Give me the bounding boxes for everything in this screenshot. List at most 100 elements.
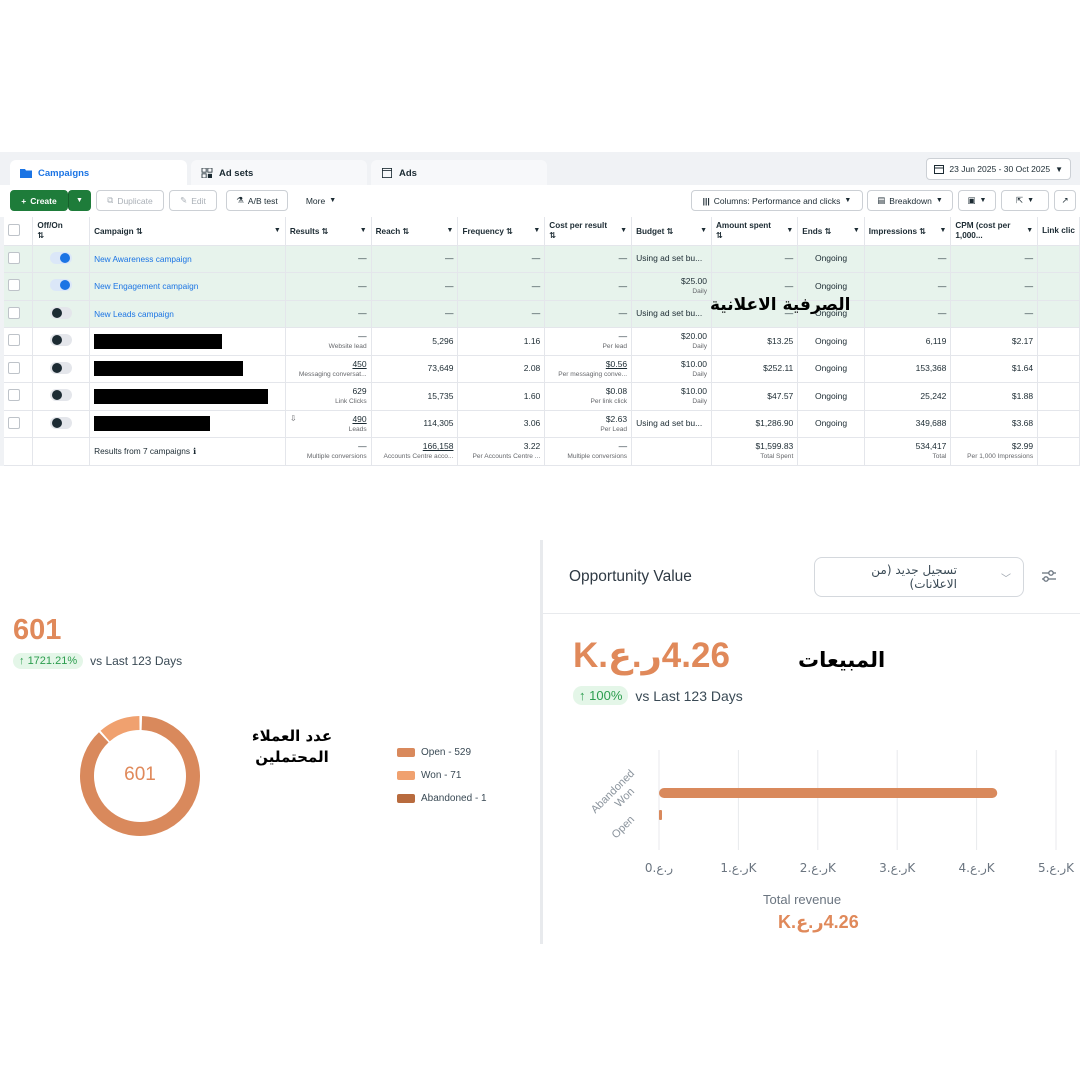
x-tick-label: ر.ع.4K bbox=[959, 861, 996, 876]
row-checkbox[interactable] bbox=[8, 306, 20, 319]
cell-value: 15,735 bbox=[427, 390, 454, 401]
campaign-toggle[interactable] bbox=[50, 251, 73, 264]
budget-cell: Using ad set bu... bbox=[631, 245, 712, 273]
tab-ad-sets[interactable]: Ad sets bbox=[191, 160, 367, 186]
row-checkbox[interactable] bbox=[8, 251, 20, 264]
duplicate-icon: ⧉ bbox=[107, 195, 114, 205]
header-campaign[interactable]: Campaign ⇅ ▼ bbox=[89, 217, 286, 246]
budget-cell: $20.00 Daily bbox=[631, 327, 712, 356]
caret-down-icon: ▼ bbox=[939, 227, 947, 234]
header-ends[interactable]: Ends ⇅ ▼ bbox=[797, 217, 865, 246]
table-row[interactable]: New Leads campaign — — — — Using ad set bu...… bbox=[4, 300, 1080, 328]
campaign-toggle[interactable] bbox=[50, 334, 73, 347]
row-checkbox[interactable] bbox=[8, 279, 20, 292]
date-range-picker[interactable]: 23 Jun 2025 - 30 Oct 2025 ▼ bbox=[926, 158, 1071, 180]
reports-button[interactable]: ▣ ▼ bbox=[958, 190, 996, 211]
create-dropdown-button[interactable]: ▼ bbox=[68, 190, 91, 211]
cell-value: — bbox=[618, 308, 628, 319]
cell-value: — bbox=[1024, 253, 1034, 264]
opportunity-header: Opportunity Value تسجيل جديد (من الاعلان… bbox=[543, 540, 1080, 614]
filter-sliders-icon[interactable] bbox=[1041, 569, 1057, 583]
frequency-cell: 1.60 bbox=[457, 382, 546, 411]
bar-open[interactable] bbox=[659, 810, 662, 820]
row-checkbox[interactable] bbox=[8, 361, 20, 374]
budget-cell: $25.00 Daily bbox=[631, 272, 712, 301]
edit-button[interactable]: ✎ Edit bbox=[169, 190, 217, 211]
cell-value: — bbox=[531, 253, 541, 264]
table-row[interactable]: 629 Link Clicks 15,735 1.60 $0.08 Per link cl… bbox=[4, 382, 1080, 411]
campaign-name-link[interactable]: New Leads campaign bbox=[94, 309, 174, 319]
cell-value: $252.11 bbox=[763, 363, 794, 374]
header-link-clicks[interactable]: Link clic bbox=[1037, 217, 1080, 246]
table-header-row: Off/On ⇅ Campaign ⇅ ▼ Results ⇅ ▼ Reach ⇅ ▼ … bbox=[4, 217, 1080, 246]
breakdown-button[interactable]: ▤ Breakdown ▼ bbox=[867, 190, 953, 211]
cell-value: — bbox=[618, 441, 628, 452]
header-cpm[interactable]: CPM (cost per 1,000... ▼ bbox=[950, 217, 1039, 246]
tab-label: Campaigns bbox=[38, 167, 90, 179]
tab-campaigns[interactable]: Campaigns bbox=[10, 160, 187, 186]
toggle-cell bbox=[32, 327, 91, 356]
header-frequency[interactable]: Frequency ⇅ ▼ bbox=[457, 217, 546, 246]
row-checkbox[interactable] bbox=[8, 334, 20, 347]
campaign-toggle[interactable] bbox=[50, 416, 73, 429]
pipeline-select[interactable]: تسجيل جديد (من الاعلانات) bbox=[814, 557, 1024, 597]
cpm-cell: $1.88 bbox=[950, 382, 1039, 411]
campaign-name-link[interactable]: New Awareness campaign bbox=[94, 254, 192, 264]
header-amount-spent[interactable]: Amount spent ⇅ ▼ bbox=[711, 217, 799, 246]
leads-panel: 601 ↑ 1721.21% vs Last 123 Days 601 عدد … bbox=[0, 600, 535, 860]
select-cell bbox=[4, 245, 34, 273]
bar-won[interactable] bbox=[659, 788, 998, 798]
info-icon[interactable]: ℹ bbox=[193, 446, 196, 456]
caret-down-icon: ▼ bbox=[620, 227, 628, 234]
campaign-toggle[interactable] bbox=[50, 279, 73, 292]
row-checkbox[interactable] bbox=[8, 416, 20, 429]
row-checkbox[interactable] bbox=[8, 389, 20, 402]
budget-cell: $10.00 Daily bbox=[631, 355, 712, 383]
header-budget[interactable]: Budget ⇅ ▼ bbox=[631, 217, 712, 246]
caret-down-icon: ▼ bbox=[844, 197, 852, 204]
caret-down-icon: ▼ bbox=[273, 227, 281, 234]
header-reach[interactable]: Reach ⇅ ▼ bbox=[371, 217, 459, 246]
y-category-label: Open bbox=[610, 814, 638, 842]
flask-icon: ⚗ bbox=[236, 195, 244, 205]
header-results[interactable]: Results ⇅ ▼ bbox=[285, 217, 372, 246]
header-cost-per-result[interactable]: Cost per result ⇅ ▼ bbox=[544, 217, 633, 246]
table-row[interactable]: — Website lead 5,296 1.16— Per lead $20.00 Dai… bbox=[4, 327, 1080, 356]
duplicate-button[interactable]: ⧉ Duplicate bbox=[96, 190, 164, 211]
x-tick-label: ر.ع.0 bbox=[645, 861, 673, 876]
campaign-name-link[interactable]: New Engagement campaign bbox=[94, 281, 198, 291]
toggle-cell bbox=[32, 272, 91, 301]
campaign-toggle[interactable] bbox=[50, 389, 73, 402]
table-row[interactable]: 450 Messaging conversat... 73,649 2.08 $0.56… bbox=[4, 355, 1080, 383]
leads-total: 601 bbox=[13, 614, 62, 646]
cell-value: 3.22 bbox=[523, 441, 541, 452]
create-button[interactable]: + Create bbox=[10, 190, 68, 211]
tab-ads[interactable]: Ads bbox=[371, 160, 547, 186]
columns-button[interactable]: ||| Columns: Performance and clicks ▼ bbox=[691, 190, 863, 211]
table-row[interactable]: New Awareness campaign — — — — Using ad set b… bbox=[4, 245, 1080, 273]
link-clicks-cell bbox=[1037, 382, 1080, 411]
donut-slice-1[interactable] bbox=[100, 716, 140, 742]
cell-value: — bbox=[937, 280, 947, 291]
caret-down-icon: ▼ bbox=[533, 227, 541, 234]
export-button[interactable]: ⇱ ▼ bbox=[1001, 190, 1049, 211]
table-row[interactable]: ⇩ 490 Leads 114,305 3.06 $2.63 Per Lead Using a… bbox=[4, 410, 1080, 438]
legend-item-abandoned: Abandoned - 1 bbox=[397, 793, 487, 804]
cell-value: 490 bbox=[352, 413, 367, 424]
campaign-toggle[interactable] bbox=[50, 306, 73, 319]
header-impressions[interactable]: Impressions ⇅ ▼ bbox=[864, 217, 952, 246]
campaign-name-cell bbox=[89, 355, 286, 383]
impressions-cell: 349,688 bbox=[864, 410, 952, 438]
table-row[interactable]: New Engagement campaign — — — — $25.00 Daily — O… bbox=[4, 272, 1080, 301]
donut-center-value: 601 bbox=[124, 764, 156, 785]
revenue-bar-chart: ر.ع.0 ر.ع.1K ر.ع.2K ر.ع.3K ر.ع.4K ر.ع.5KAband… bbox=[589, 750, 1075, 876]
campaign-toggle[interactable] bbox=[50, 361, 73, 374]
select-all-checkbox[interactable] bbox=[8, 223, 20, 236]
leads-arabic-line-2: المحتملين bbox=[255, 748, 329, 766]
cell-value: $10.00 bbox=[681, 358, 707, 369]
ab-test-button[interactable]: ⚗ A/B test bbox=[226, 190, 288, 211]
more-button[interactable]: More ▼ bbox=[297, 190, 345, 211]
charts-button[interactable]: ↗ bbox=[1054, 190, 1076, 211]
header-offon[interactable]: Off/On ⇅ bbox=[32, 217, 91, 246]
frequency-cell: — bbox=[457, 245, 546, 273]
